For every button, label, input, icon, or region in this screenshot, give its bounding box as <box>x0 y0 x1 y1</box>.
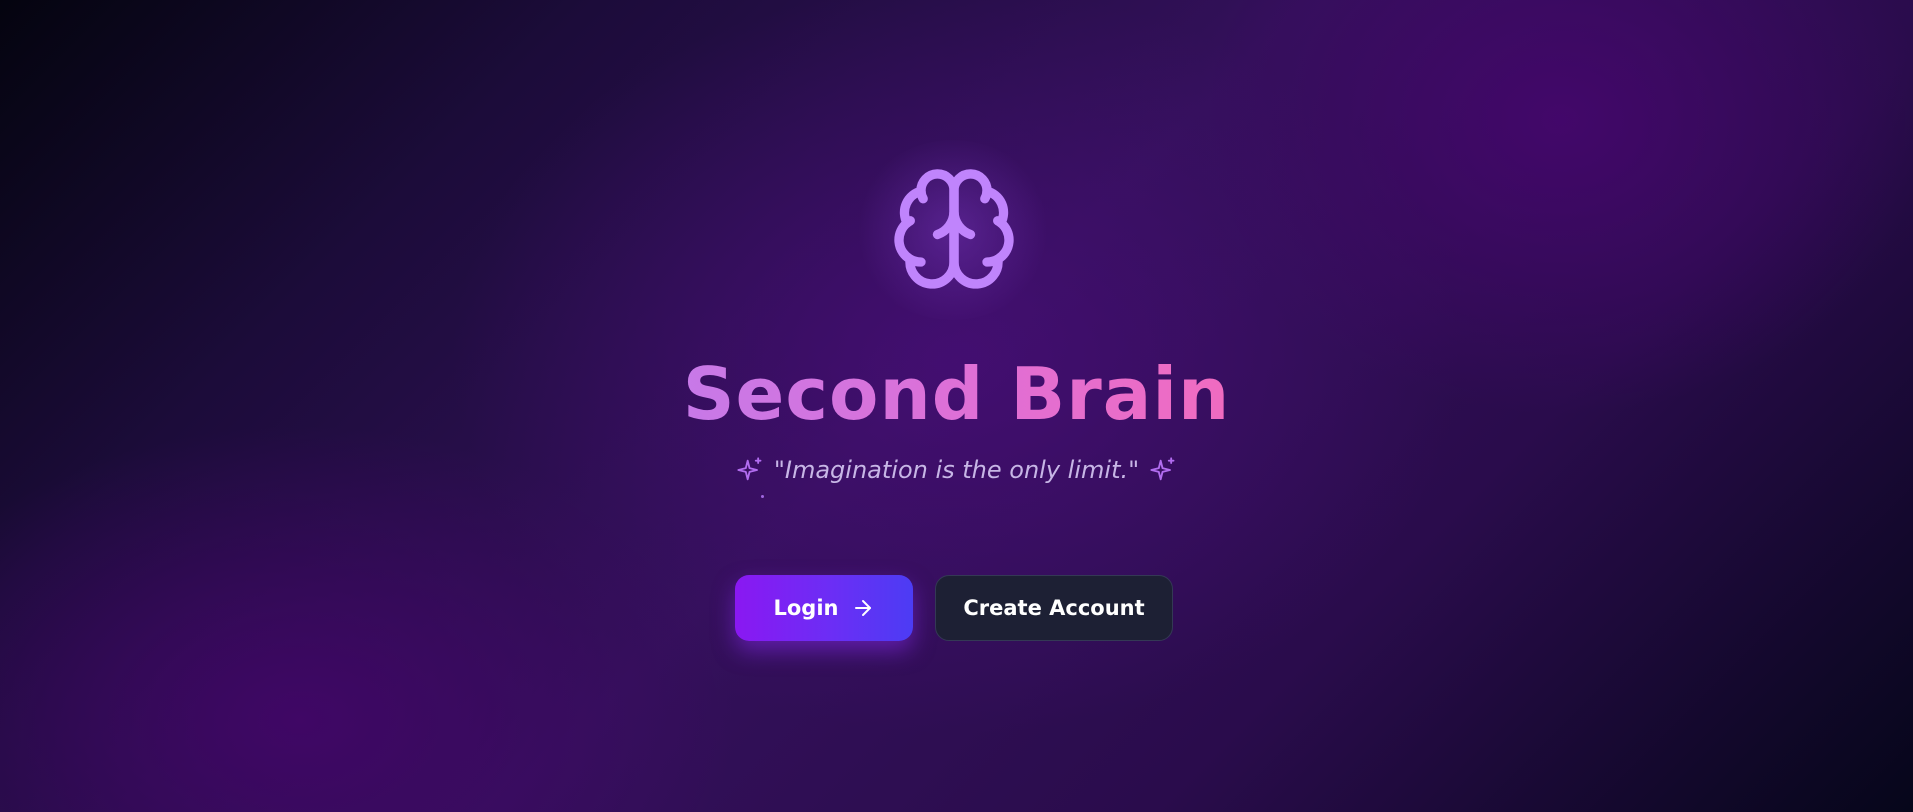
arrow-right-icon <box>854 600 871 616</box>
brain-icon <box>894 169 1014 289</box>
sparkle-icon <box>1150 457 1175 481</box>
create-account-button-label: Create Account <box>963 596 1145 620</box>
app-title-text: Second Brain <box>682 352 1231 436</box>
tagline-row: "Imagination is the only limit." <box>0 452 1913 488</box>
login-button-label: Login <box>773 596 839 620</box>
decorative-dot <box>761 495 764 498</box>
create-account-button[interactable]: Create Account <box>935 575 1173 641</box>
login-button[interactable]: Login <box>735 575 913 641</box>
sparkle-icon <box>737 457 762 481</box>
page-title: Second Brain <box>0 346 1913 442</box>
tagline: "Imagination is the only limit." <box>773 456 1140 484</box>
